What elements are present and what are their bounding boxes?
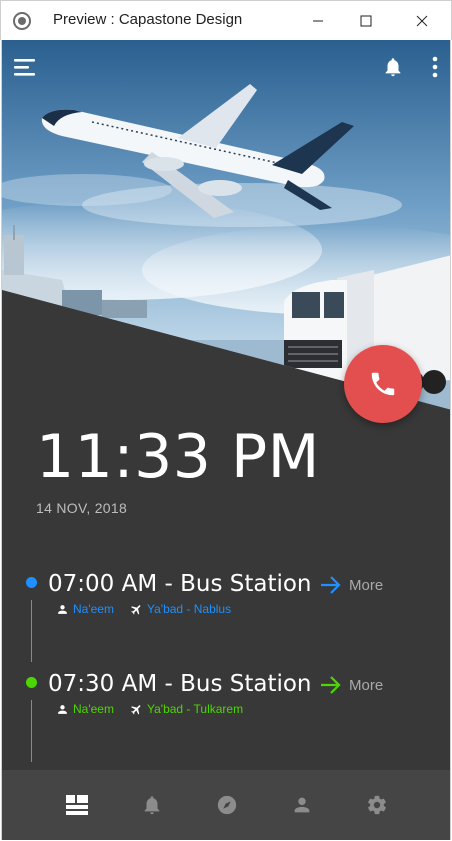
timeline-connector [31,700,32,762]
trip-person: Na'eem [73,702,114,716]
menu-button[interactable] [12,54,38,80]
bell-icon [144,796,160,815]
timeline-connector [31,600,32,662]
settings-icon [367,795,386,815]
nav-dashboard[interactable] [62,790,92,820]
person-icon [56,703,69,716]
maximize-button[interactable] [343,1,389,41]
current-time: 11:33 PM [36,422,320,492]
nav-profile[interactable] [287,790,317,820]
minimize-icon [313,20,323,22]
more-link[interactable]: More [320,675,383,695]
nav-notifications[interactable] [137,790,167,820]
call-button[interactable] [344,345,422,423]
close-button[interactable] [399,1,445,41]
bell-icon [385,58,401,77]
person-icon [294,797,310,813]
nav-explore[interactable] [212,790,242,820]
more-label: More [349,576,384,594]
trip-person: Na'eem [73,602,114,616]
notifications-button[interactable] [380,54,406,80]
timeline-dot [26,677,37,688]
phone-icon [371,372,395,396]
window-titlebar: Preview : Capastone Design [0,0,452,40]
arrow-right-icon [320,575,342,595]
current-date: 14 NOV, 2018 [36,500,128,516]
minimize-button[interactable] [295,1,341,41]
dashboard-icon [66,795,89,815]
trip-route: Ya'bad - Nablus [146,602,232,616]
menu-icon [14,59,35,76]
nav-settings[interactable] [362,790,392,820]
app-screen: 11:33 PM 14 NOV, 2018 07:00 AM - Bus Sta… [1,40,451,840]
trip-meta: Na'eem Ya'bad - Nablus [56,602,231,616]
airplane-icon [130,703,143,716]
more-vertical-icon [432,56,438,78]
bottom-navigation [2,770,450,840]
window-title: Preview : Capastone Design [53,11,243,28]
more-link[interactable]: More [320,575,383,595]
close-icon [416,15,428,27]
airplane-icon [130,603,143,616]
compass-icon [217,795,237,815]
trip-time-title: 07:30 AM - Bus Station [48,671,312,697]
trip-time-title: 07:00 AM - Bus Station [48,571,312,597]
trip-meta: Na'eem Ya'bad - Tulkarem [56,702,243,716]
person-icon [56,603,69,616]
app-icon [13,12,31,30]
more-options-button[interactable] [422,54,448,80]
trip-route: Ya'bad - Tulkarem [146,702,244,716]
timeline-dot [26,577,37,588]
maximize-icon [360,15,372,27]
more-label: More [349,676,384,694]
arrow-right-icon [320,675,342,695]
